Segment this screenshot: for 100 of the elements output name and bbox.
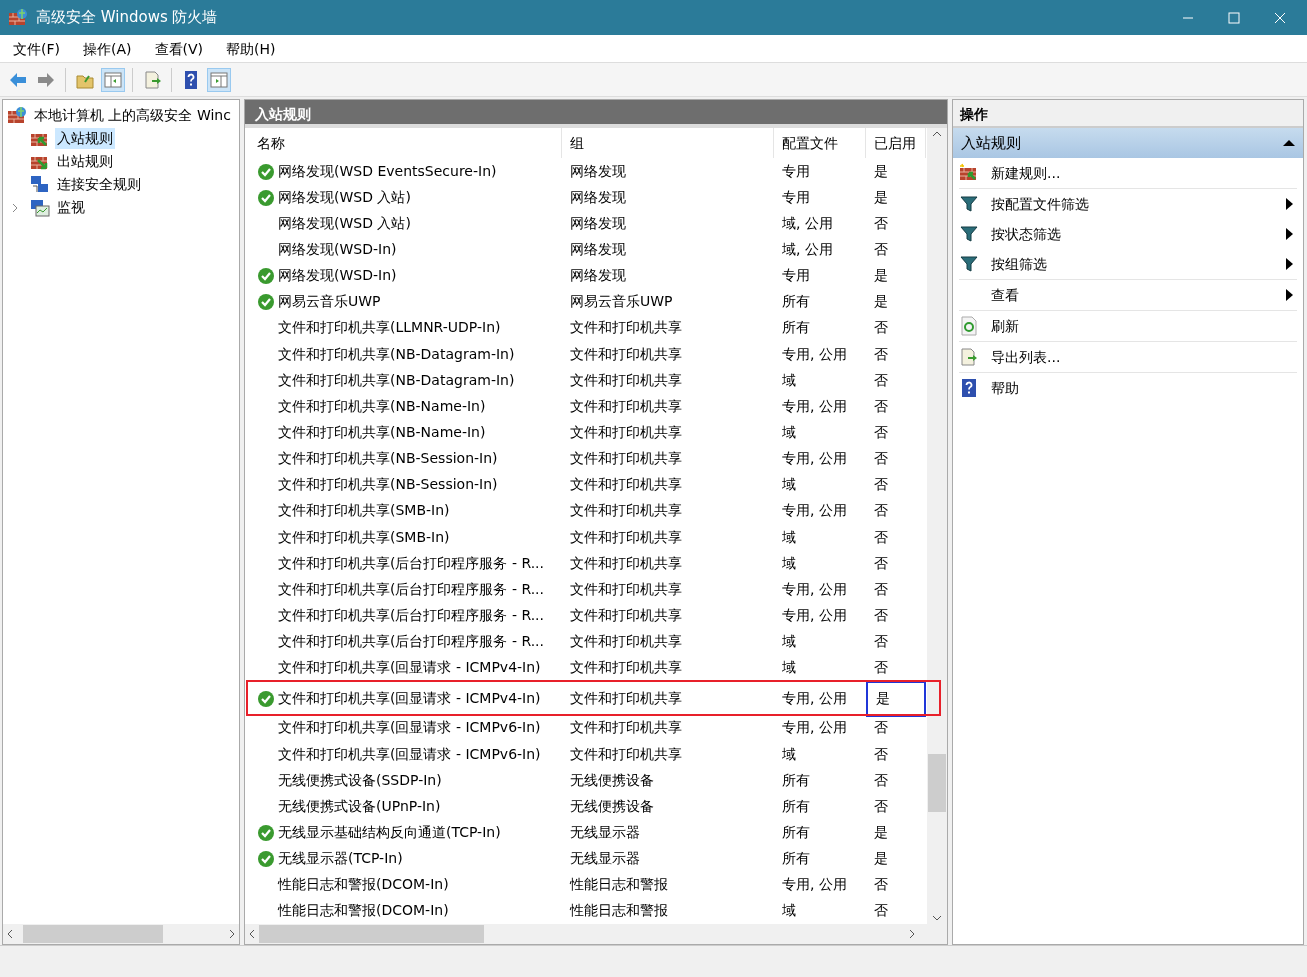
expand-icon[interactable]	[11, 202, 19, 213]
profile-cell-text: 专用, 公用	[781, 605, 848, 625]
group-cell-text: 文件和打印机共享	[569, 422, 683, 442]
rule-name[interactable]: 文件和打印机共享(后台打印程序服务 - R...	[278, 552, 544, 574]
group-cell-text: 网络发现	[569, 213, 627, 233]
group-cell-text: 文件和打印机共享	[569, 449, 683, 469]
rule-name[interactable]: 文件和打印机共享(NB-Session-In)	[278, 474, 498, 496]
filter-icon	[959, 254, 979, 274]
rule-name[interactable]: 文件和打印机共享(后台打印程序服务 - R...	[278, 578, 544, 600]
scrollbar-thumb[interactable]	[928, 754, 946, 812]
rule-name[interactable]: 文件和打印机共享(NB-Session-In)	[278, 448, 498, 470]
enabled-cell-text: 否	[873, 796, 889, 816]
enabled-cell-text: 否	[873, 744, 889, 764]
group-cell-text: 网络发现	[569, 187, 627, 207]
menu-item[interactable]: 帮助(H)	[213, 35, 286, 62]
firewall-icon	[959, 163, 979, 183]
rule-name[interactable]: 文件和打印机共享(NB-Datagram-In)	[278, 369, 515, 391]
profile-cell-text: 所有	[781, 796, 811, 816]
rule-name[interactable]: 无线便携式设备(SSDP-In)	[278, 769, 442, 791]
tree-icon	[30, 197, 50, 218]
rule-name[interactable]: 网络发现(WSD EventsSecure-In)	[278, 160, 497, 182]
rule-name[interactable]: 无线显示基础结构反向通道(TCP-In)	[278, 821, 501, 843]
rule-name[interactable]: 文件和打印机共享(LLMNR-UDP-In)	[278, 317, 501, 339]
action-item[interactable]: 按配置文件筛选	[991, 193, 1286, 215]
rule-name[interactable]: 无线显示器(TCP-In)	[278, 848, 403, 870]
collapse-icon[interactable]	[1283, 139, 1295, 147]
filter-icon	[959, 224, 979, 244]
enabled-cell-text: 否	[873, 449, 889, 469]
enabled-cell-text: 否	[873, 770, 889, 790]
rule-name[interactable]: 文件和打印机共享(回显请求 - ICMPv4-In)	[278, 688, 541, 710]
group-cell-text: 网络发现	[569, 240, 627, 259]
tree-item[interactable]: 出站规则	[55, 151, 115, 172]
group-cell-text: 文件和打印机共享	[569, 475, 683, 495]
rule-name[interactable]: 文件和打印机共享(NB-Name-In)	[278, 395, 486, 417]
menu-item[interactable]: 操作(A)	[70, 35, 142, 62]
pane-icon[interactable]	[209, 69, 229, 90]
menu-item[interactable]: 查看(V)	[141, 35, 213, 62]
section-header[interactable]: 入站规则	[953, 128, 1303, 158]
profile-cell-text: 所有	[781, 770, 811, 790]
export-icon[interactable]	[142, 69, 162, 90]
profile-cell-text: 域	[781, 475, 797, 495]
action-item[interactable]: 新建规则...	[991, 162, 1293, 184]
enabled-cell-text: 否	[873, 553, 889, 573]
enabled-cell-text: 否	[873, 579, 889, 599]
enabled-cell-text: 否	[873, 318, 889, 338]
rule-name[interactable]: 网络发现(WSD-In)	[278, 239, 397, 260]
rule-name[interactable]: 文件和打印机共享(NB-Name-In)	[278, 421, 486, 443]
action-item[interactable]: 按组筛选	[991, 253, 1286, 275]
profile-cell-text: 专用	[781, 266, 811, 286]
column-header[interactable]: 已启用	[866, 128, 926, 158]
profile-cell-text: 域	[781, 632, 797, 652]
profile-cell-text: 域	[781, 422, 797, 442]
rule-name[interactable]: 文件和打印机共享(回显请求 - ICMPv6-In)	[278, 743, 541, 765]
rule-name[interactable]: 文件和打印机共享(NB-Datagram-In)	[278, 343, 515, 365]
action-item[interactable]: 帮助	[991, 377, 1293, 399]
rule-name[interactable]: 文件和打印机共享(SMB-In)	[278, 526, 450, 548]
close-icon[interactable]	[1274, 11, 1286, 24]
profile-cell-text: 所有	[781, 822, 811, 842]
profile-cell-text: 专用, 公用	[781, 718, 848, 738]
rule-name[interactable]: 文件和打印机共享(回显请求 - ICMPv6-In)	[278, 717, 541, 739]
tree-item[interactable]: 连接安全规则	[55, 174, 143, 195]
profile-cell-text: 专用, 公用	[781, 449, 848, 469]
profile-cell-text: 专用, 公用	[781, 579, 848, 599]
maximize-icon[interactable]	[1228, 11, 1240, 24]
profile-cell-text: 所有	[781, 849, 811, 869]
group-cell-text: 文件和打印机共享	[569, 579, 683, 599]
profile-cell-text: 专用	[781, 161, 811, 181]
profile-cell-text: 域	[781, 553, 797, 573]
rule-name[interactable]: 性能日志和警报(DCOM-In)	[278, 874, 449, 896]
tree-item[interactable]: 本地计算机 上的高级安全 Winc	[32, 105, 233, 126]
rule-name[interactable]: 文件和打印机共享(回显请求 - ICMPv4-In)	[278, 657, 541, 679]
scrollbar-thumb[interactable]	[259, 925, 484, 943]
menu-item[interactable]: 文件(F)	[0, 35, 70, 62]
column-header[interactable]: 配置文件	[774, 128, 866, 158]
rule-name[interactable]: 网络发现(WSD 入站)	[278, 212, 411, 234]
scrollbar-thumb[interactable]	[23, 925, 163, 943]
action-item[interactable]: 查看	[991, 284, 1286, 306]
group-cell-text: 无线显示器	[569, 849, 641, 869]
rule-name[interactable]: 网络发现(WSD 入站)	[278, 186, 411, 208]
enabled-cell-text: 否	[873, 901, 889, 921]
column-header[interactable]: 名称	[249, 128, 562, 158]
help-icon	[959, 378, 979, 398]
tree-item[interactable]: 监视	[55, 197, 87, 218]
enabled-cell-text: 是	[873, 822, 889, 842]
rule-name[interactable]: 文件和打印机共享(后台打印程序服务 - R...	[278, 604, 544, 626]
rule-name[interactable]: 无线便携式设备(UPnP-In)	[278, 795, 441, 817]
rule-name[interactable]: 性能日志和警报(DCOM-In)	[278, 900, 449, 922]
rule-name[interactable]: 网络发现(WSD-In)	[278, 265, 397, 287]
action-item[interactable]: 导出列表...	[991, 346, 1293, 368]
action-item[interactable]: 按状态筛选	[991, 223, 1286, 245]
action-item[interactable]: 刷新	[991, 315, 1293, 337]
enabled-cell-text: 否	[873, 718, 889, 738]
column-header[interactable]: 组	[562, 128, 774, 158]
rule-name[interactable]: 文件和打印机共享(后台打印程序服务 - R...	[278, 631, 544, 653]
group-cell-text: 无线便携设备	[569, 796, 655, 816]
pane-icon[interactable]	[103, 69, 123, 90]
rule-name[interactable]: 网易云音乐UWP	[278, 291, 381, 313]
tree-item[interactable]: 入站规则	[55, 128, 115, 149]
group-cell-text: 性能日志和警报	[568, 901, 669, 921]
rule-name[interactable]: 文件和打印机共享(SMB-In)	[278, 500, 450, 522]
